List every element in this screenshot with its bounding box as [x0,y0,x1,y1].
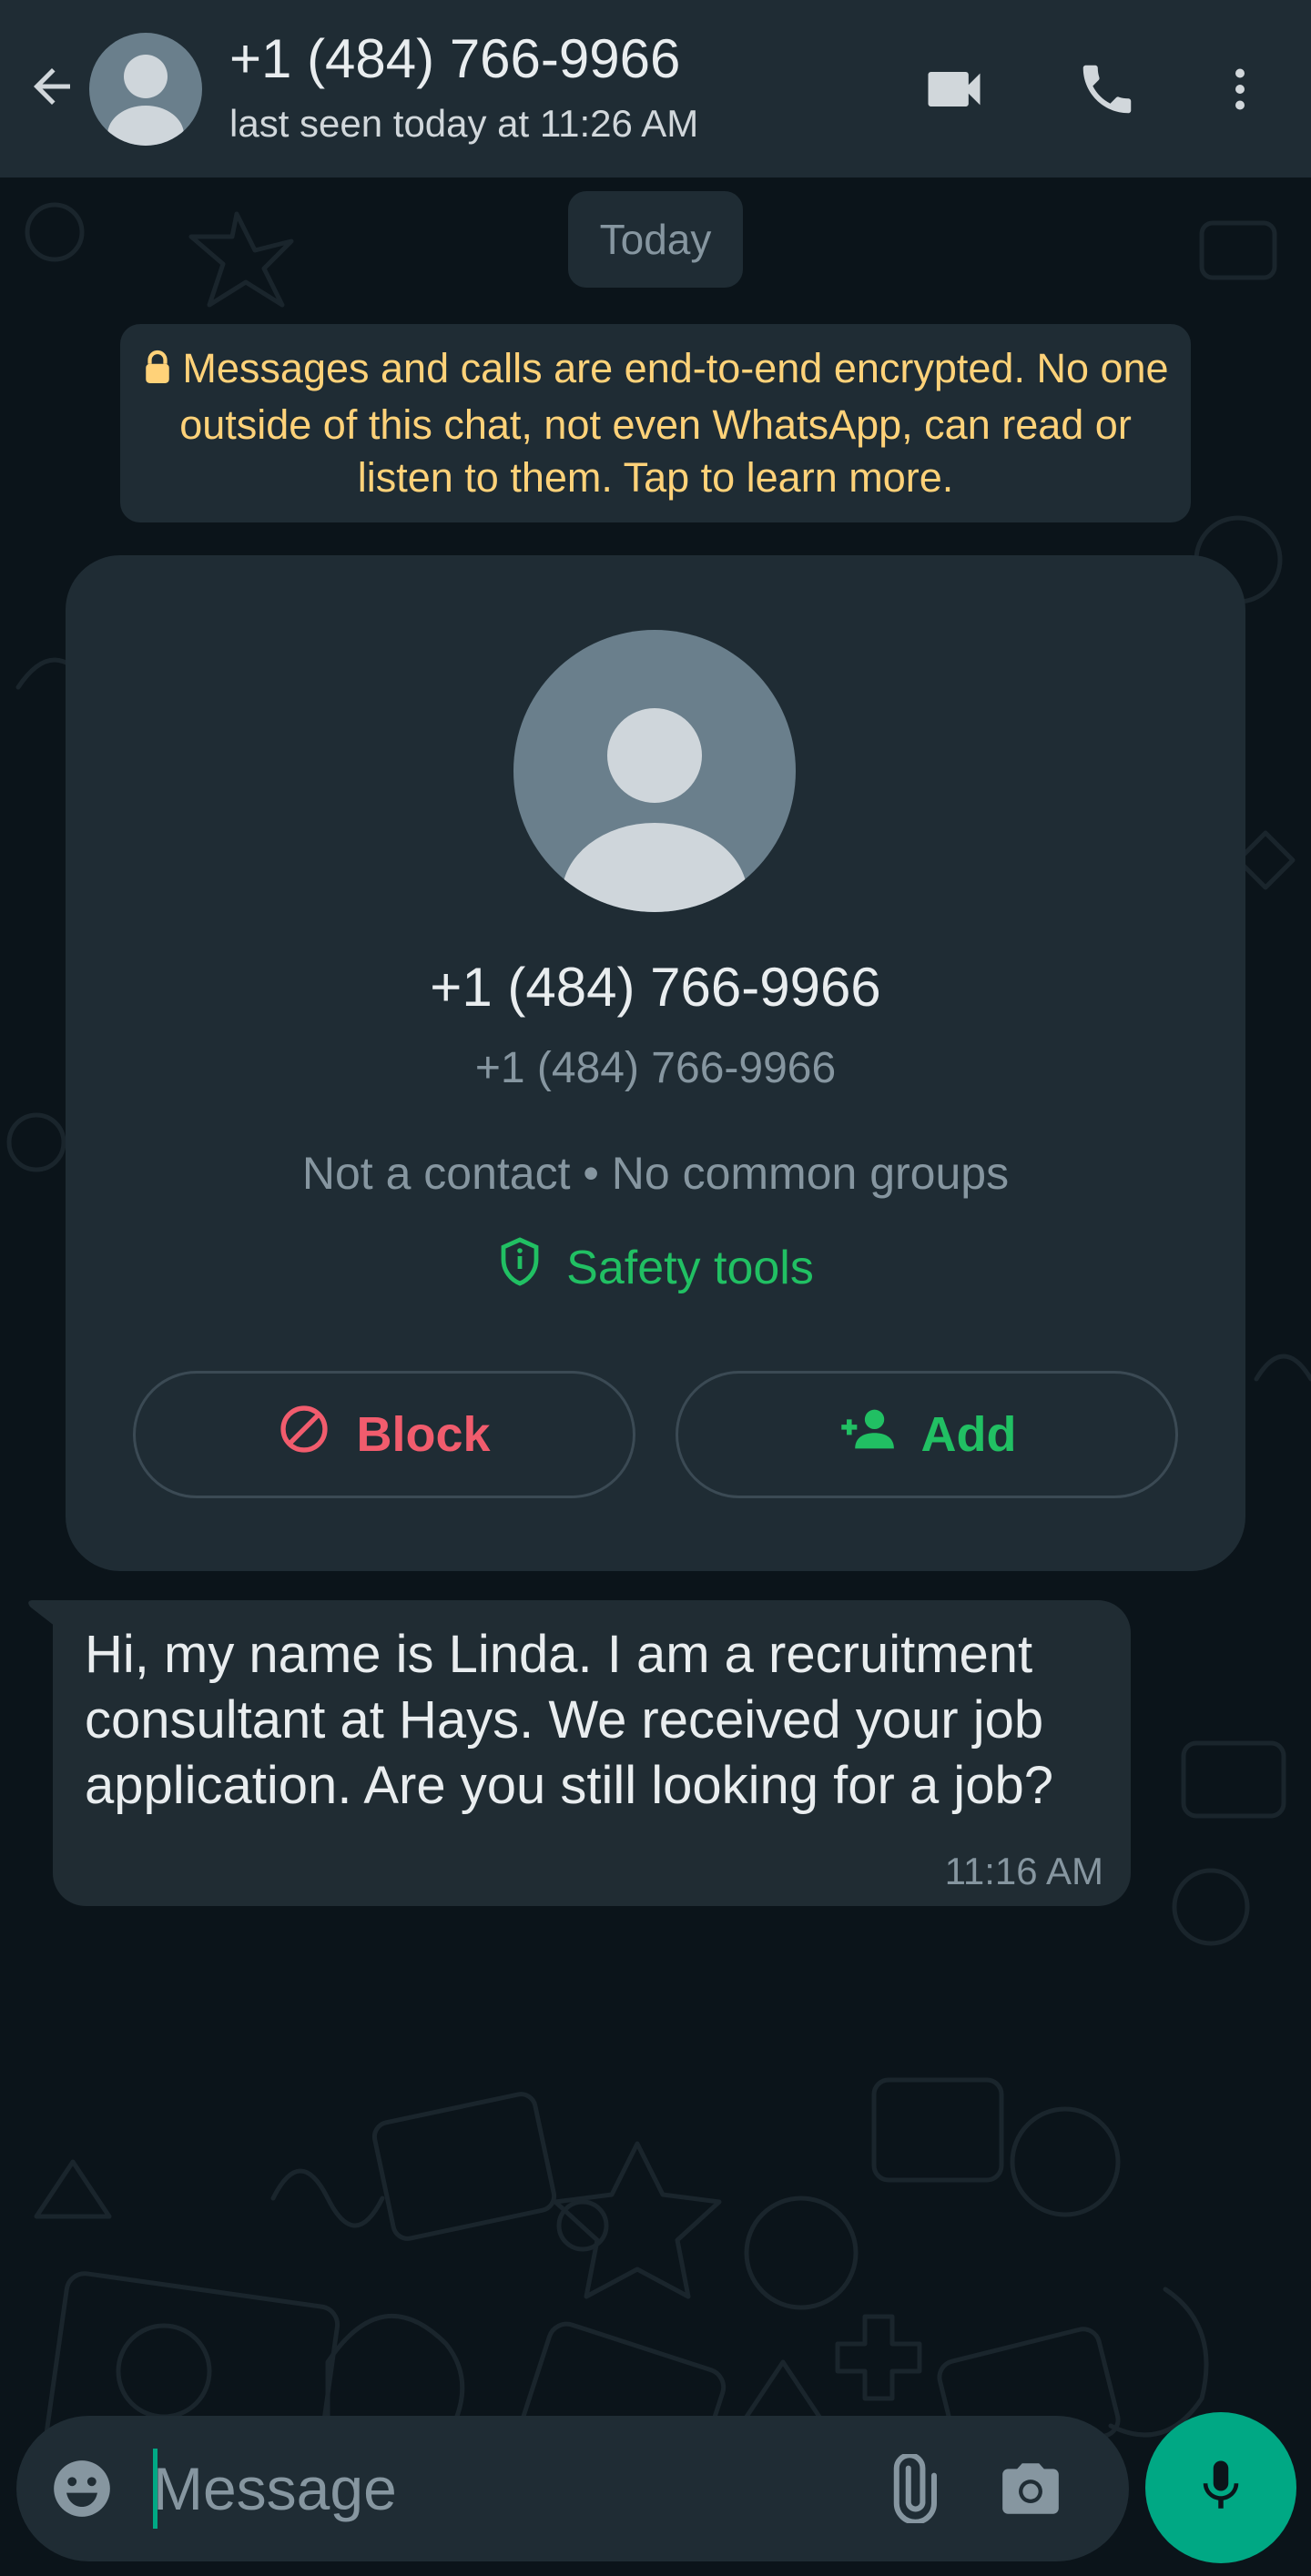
date-chip: Today [568,191,743,288]
last-seen-status[interactable]: last seen today at 11:26 AM [229,102,698,146]
mic-button[interactable] [1145,2412,1296,2563]
composer-bar [16,2416,1129,2561]
lock-icon [142,346,173,399]
contact-phone: +1 (484) 766-9966 [474,1044,837,1092]
contact-avatar[interactable] [513,630,796,912]
block-button[interactable]: Block [133,1371,635,1498]
shield-icon [497,1236,543,1299]
chat-header: +1 (484) 766-9966 last seen today at 11:… [0,0,1311,177]
text-cursor [153,2449,158,2529]
add-contact-button[interactable]: Add [676,1371,1178,1498]
video-call-icon[interactable] [916,51,992,127]
message-bubble[interactable]: Hi, my name is Linda. I am a recruitment… [53,1600,1131,1906]
contact-title[interactable]: +1 (484) 766-9966 [229,27,680,90]
message-input[interactable] [153,2443,845,2534]
contact-name: +1 (484) 766-9966 [430,957,881,1018]
safety-tools-label: Safety tools [566,1241,814,1294]
mic-icon [1191,2456,1251,2520]
emoji-icon[interactable] [44,2450,120,2527]
message-text: Hi, my name is Linda. I am a recruitment… [85,1625,1053,1815]
attach-icon[interactable] [872,2450,949,2527]
safety-tools-link[interactable]: Safety tools [66,1236,1245,1299]
more-vert-icon[interactable] [1202,51,1278,127]
encryption-notice[interactable]: Messages and calls are end-to-end encryp… [120,324,1191,522]
phone-call-icon[interactable] [1069,51,1145,127]
back-arrow-icon[interactable] [20,55,84,118]
add-person-icon [838,1406,896,1464]
contact-info: Not a contact • No common groups [301,1148,1010,1199]
block-label: Block [356,1407,491,1462]
message-time: 11:16 AM [944,1850,1103,1892]
avatar[interactable] [89,33,202,146]
contact-card: +1 (484) 766-9966 +1 (484) 766-9966 Not … [66,555,1245,1571]
block-icon [278,1403,330,1467]
add-label: Add [920,1407,1017,1462]
camera-icon[interactable] [992,2450,1069,2527]
encryption-notice-text: Messages and calls are end-to-end encryp… [179,345,1169,501]
